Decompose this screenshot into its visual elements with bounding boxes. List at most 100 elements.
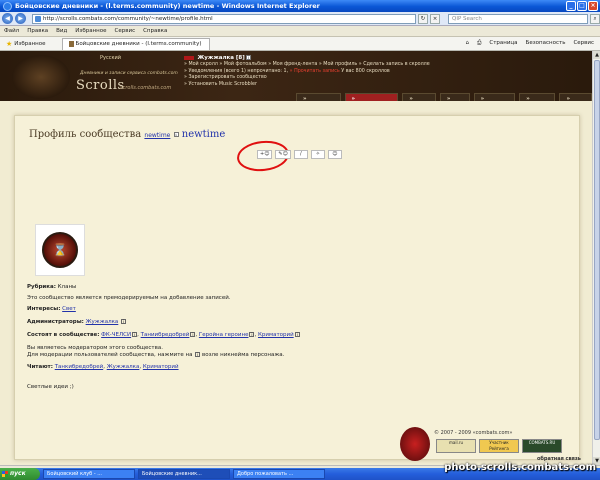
home-icon[interactable]: ⌂	[465, 40, 469, 47]
menu-help[interactable]: Справка	[143, 28, 167, 34]
rubric-value: Кланы	[57, 284, 77, 290]
service-menu[interactable]: Сервис	[573, 40, 594, 47]
menu-file[interactable]: Файл	[4, 28, 19, 34]
favorites-bar: ★ Избранное Бойцовские дневники - (l.ter…	[0, 37, 600, 51]
maximize-button[interactable]: □	[577, 1, 587, 11]
members-row: Состоят в сообществе: ФК-ЧЕЛСИ i, Таниибр…	[27, 332, 300, 338]
moderator-note-2: Для модерации пользователей сообщества, …	[27, 352, 284, 359]
member-link[interactable]: ФК-ЧЕЛСИ	[101, 332, 131, 338]
minimize-button[interactable]: _	[566, 1, 576, 11]
site-logo-sub: scrolls.combats.com	[120, 85, 172, 91]
member-link[interactable]: Таниибредобрей	[141, 332, 190, 338]
join-community-button[interactable]: +☺	[257, 150, 273, 159]
taskbar-item[interactable]: Добро пожаловать ...	[233, 469, 325, 479]
rubric-row: Рубрика: Кланы	[27, 284, 76, 291]
info-icon[interactable]: i	[132, 332, 138, 337]
banner-combats[interactable]: COMBATS.RU	[522, 439, 562, 453]
moderator-note-2-tail: возле никнейма персонажа.	[202, 352, 285, 358]
vertical-scrollbar[interactable]: ▲ ▼	[592, 51, 600, 465]
username-link[interactable]: Жужжалка [8]	[198, 55, 245, 61]
forward-button[interactable]: ▶	[15, 13, 26, 24]
address-bar[interactable]: http://scrolls.combats.com/community/~ne…	[32, 13, 416, 24]
friend-button[interactable]: ☺	[327, 150, 342, 159]
window-titlebar: Бойцовские дневники - (l.terms.community…	[0, 0, 600, 12]
page-title-text: Профиль сообщества	[29, 129, 142, 140]
site-logo[interactable]: Scrolls	[76, 78, 125, 93]
install-scrobbler-link[interactable]: » Установить Music Scrobbler	[184, 82, 257, 87]
interest-link[interactable]: Свет	[62, 306, 76, 312]
members-label: Состоят в сообществе:	[27, 332, 100, 338]
search-input[interactable]: QIP Search	[448, 13, 588, 24]
tab-scrolls[interactable]: » Скроллы	[296, 93, 341, 101]
reader-link[interactable]: Танкибредобрей	[55, 364, 104, 370]
footer-banners: mail.ru Участник Рейтинга COMBATS.RU	[436, 439, 562, 453]
member-link[interactable]: Криматорий	[258, 332, 294, 338]
menu-edit[interactable]: Правка	[27, 28, 48, 34]
tab-communities[interactable]: » Сообщества	[344, 93, 399, 101]
read-post-link[interactable]: » Прочитать запись	[290, 69, 340, 74]
link-new-post[interactable]: » Сделать запись в скролле	[359, 62, 430, 67]
community-name[interactable]: newtime	[182, 129, 226, 140]
rubric-label: Рубрика:	[27, 284, 56, 290]
page-title: Профиль сообщества newtime i newtime	[29, 129, 225, 140]
stop-button[interactable]: ×	[430, 13, 440, 24]
refresh-button[interactable]: ↻	[418, 13, 428, 24]
info-icon[interactable]: i	[249, 332, 255, 337]
tab-faq[interactable]: » FAQ	[439, 93, 470, 101]
community-motto: Светлые идеи ;)	[27, 384, 74, 390]
tab-rating[interactable]: » Рейтинг	[473, 93, 516, 101]
member-link[interactable]: Геройна героине	[199, 332, 249, 338]
link-friend-feed[interactable]: » Моя френд-лента	[268, 62, 317, 67]
language-link[interactable]: Русский	[100, 55, 121, 61]
tab-search[interactable]: » Поиск	[519, 93, 556, 101]
clan-flag-icon	[184, 55, 194, 60]
tab-photo[interactable]: » Фото	[402, 93, 436, 101]
favorites-button[interactable]: ★ Избранное	[0, 40, 52, 48]
page-viewport: Русский Дневники и записи сервиса combat…	[0, 51, 592, 465]
menu-favorites[interactable]: Избранное	[75, 28, 106, 34]
register-community-link[interactable]: » Зарегистрировать сообщество	[184, 75, 267, 80]
print-icon[interactable]: ⎙	[477, 40, 481, 47]
admins-label: Администраторы:	[27, 319, 84, 325]
scroll-thumb[interactable]	[594, 60, 600, 440]
community-avatar: ⌛	[35, 224, 85, 276]
edit-members-button[interactable]: ✎☺	[275, 150, 291, 159]
browser-tab[interactable]: Бойцовские дневники - (l.terms.community…	[61, 37, 210, 50]
community-info-icon[interactable]: i	[173, 132, 179, 137]
interests-row: Интересы: Свет	[27, 306, 76, 313]
community-link-small[interactable]: newtime	[144, 132, 170, 139]
banner-rating[interactable]: Участник Рейтинга	[479, 439, 519, 453]
taskbar-item[interactable]: Бойцовские дневник...	[138, 469, 230, 479]
link-my-album[interactable]: » Мой фотоальбом	[219, 62, 266, 67]
premod-note: Это сообщество является премодерируемым …	[27, 295, 231, 301]
taskbar-item[interactable]: Бойцовский клуб - ...	[43, 469, 135, 479]
info-icon[interactable]: i	[121, 319, 127, 324]
info-icon[interactable]: i	[190, 332, 196, 337]
link-my-profile[interactable]: » Мой профиль	[319, 62, 357, 67]
window-title: Бойцовские дневники - (l.terms.community…	[15, 2, 320, 10]
start-button[interactable]: пуск	[0, 468, 40, 480]
info-icon[interactable]: i	[246, 55, 252, 60]
reader-link[interactable]: Криматорий	[143, 364, 179, 370]
scroll-up-icon[interactable]: ▲	[593, 51, 600, 59]
search-icon[interactable]: ⌕	[590, 13, 600, 24]
menu-tools[interactable]: Сервис	[115, 28, 136, 34]
admin-link[interactable]: Жужжалка	[86, 319, 119, 325]
site-header: Русский Дневники и записи сервиса combat…	[0, 51, 592, 101]
close-button[interactable]: ×	[588, 1, 598, 11]
menu-view[interactable]: Вид	[56, 28, 67, 34]
security-menu[interactable]: Безопасность	[526, 40, 566, 47]
back-button[interactable]: ◀	[2, 13, 13, 24]
site-slogan: Дневники и записи сервиса combats.com	[80, 71, 178, 76]
page-menu[interactable]: Страница	[489, 40, 517, 47]
banner-mailru[interactable]: mail.ru	[436, 439, 476, 453]
link-my-scroll[interactable]: » Мой скролл	[184, 62, 218, 67]
track-button[interactable]: ✧	[310, 150, 325, 159]
post-button[interactable]: /	[293, 150, 308, 159]
reader-link[interactable]: Жужжалка	[107, 364, 140, 370]
user-block: Жужжалка [8] i » Мой скролл » Мой фотоал…	[184, 55, 430, 88]
readers-row: Читают: Танкибредобрей, Жужжалка, Кримат…	[27, 364, 179, 370]
notifications-link[interactable]: » Уведомления (всего 1) непрочитано: 1,	[184, 69, 288, 74]
tab-zhzl[interactable]: » ЖЗЛ	[559, 93, 592, 101]
info-icon[interactable]: i	[294, 332, 300, 337]
